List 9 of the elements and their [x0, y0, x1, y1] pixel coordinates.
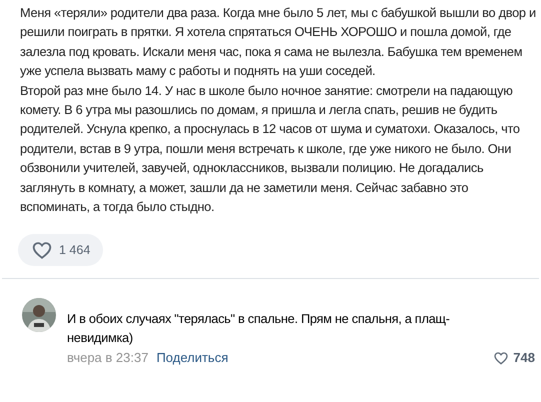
- heart-icon: [493, 350, 510, 366]
- post-paragraph: Меня «теряли» родители два раза. Когда мне было 5 лет, мы с бабушкой вышли во двор и решили поиграть в прятки. Я хотела спрятаться ОЧЕНЬ ХОРОШО и пошла домой, где залезла под кровать. Искали меня час, пока я сама не вылезла. Бабушка тем временем уже успела вызвать маму с работы и поднять на уши соседей.: [20, 4, 537, 80]
- comment-time: вчера в 23:37: [67, 349, 148, 368]
- comment-like-button[interactable]: 748: [493, 348, 535, 368]
- heart-icon: [31, 239, 53, 262]
- share-link[interactable]: Поделиться: [156, 348, 228, 368]
- comment-text: И в обоих случаях "терялась" в спальне. Прям не спальня, а плащ-невидимка): [67, 310, 451, 348]
- like-button[interactable]: 1 464: [18, 234, 104, 266]
- post-paragraph: Второй раз мне было 14. У нас в школе было ночное занятие: смотрели на падающую комету. В 6 утра мы разошлись по домам, я пришла и легла спать, решив не будить родителей. Уснула крепко, а проснулась в 12 часов от шума и суматохи. Оказалось, что родители, встав в 9 утра, пошли меня встречать к школе, где уже никого не было. Они обзвонили учителей, завучей, одноклассников, вызвали полицию. Не догадались заглянуть в комнату, а может, зашли да не заметили меня. Сейчас забавно это вспоминать, а тогда было стыдно.: [20, 82, 521, 216]
